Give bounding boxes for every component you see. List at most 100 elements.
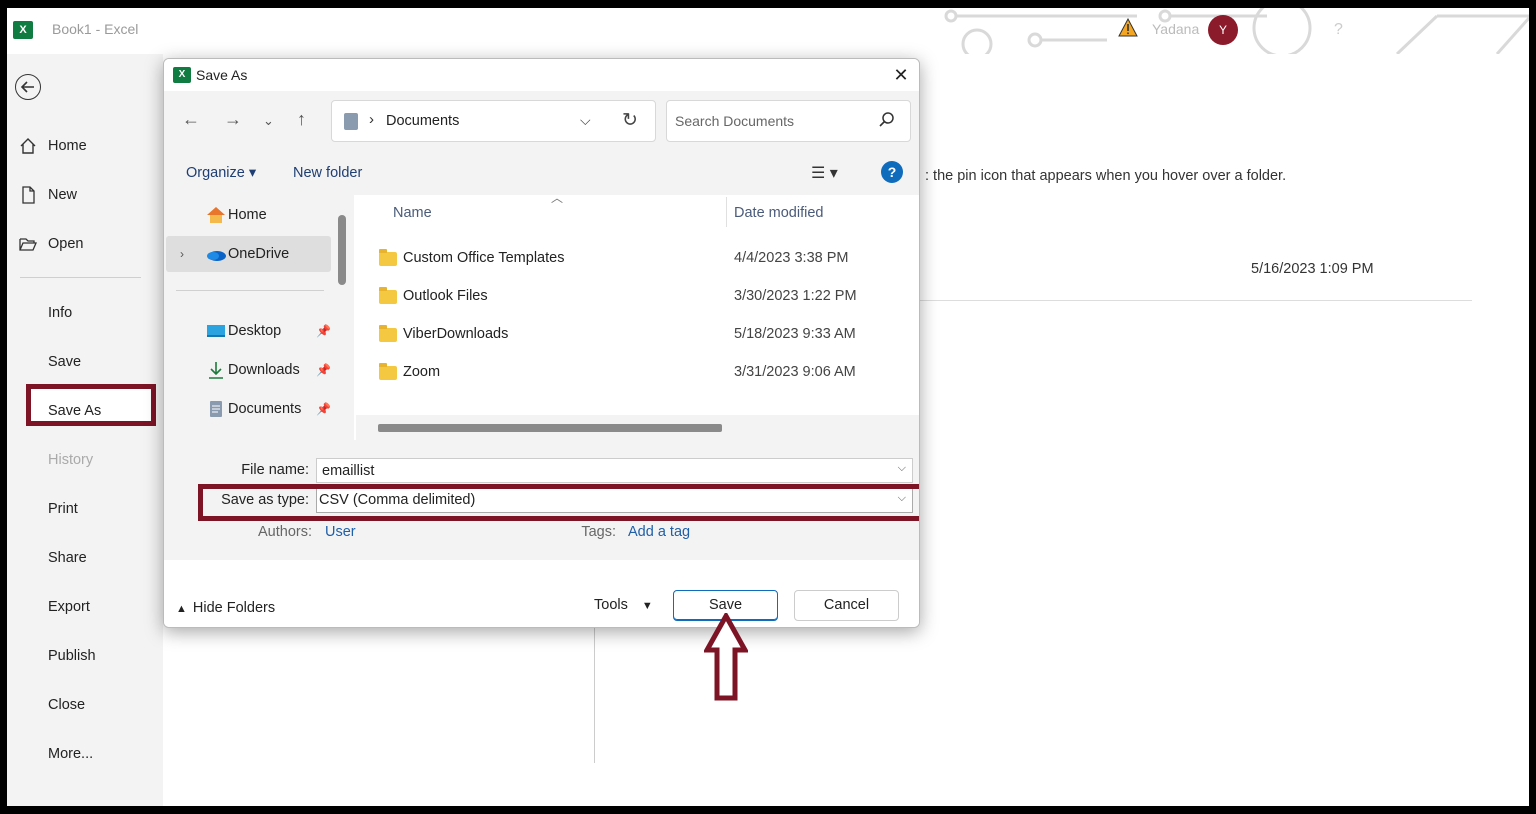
breadcrumb-separator-icon: › [369,111,374,128]
chevron-down-icon[interactable]: ⌵ [580,112,591,129]
pane-divider [594,628,595,763]
close-icon[interactable]: ✕ [891,65,911,85]
backstage-more[interactable]: More... [7,739,163,769]
backstage-history: History [7,445,163,475]
back-icon[interactable]: ← [182,109,200,130]
column-header-name[interactable]: Name [393,205,432,221]
home-icon [20,138,36,154]
back-arrow-icon[interactable] [15,74,41,100]
folder-icon [379,325,397,342]
backstage-export[interactable]: Export [7,592,163,622]
nav-item-documents[interactable]: Documents 📌 [166,391,331,427]
pin-icon[interactable]: 📌 [316,352,331,388]
file-name: Zoom [403,364,441,380]
nav-divider [176,290,324,291]
horizontal-scrollbar[interactable] [356,415,919,440]
sidebar-divider [20,277,141,278]
tools-button[interactable]: Tools ▼ [594,597,653,613]
desktop-icon [207,325,225,337]
tools-label: Tools [594,597,628,613]
nav-item-onedrive-label: OneDrive [228,246,290,262]
pin-icon[interactable]: 📌 [316,391,331,427]
file-name: ViberDownloads [403,326,509,342]
hide-folders-button[interactable]: ▲ Hide Folders [176,600,275,616]
chevron-down-icon[interactable]: ⌵ [898,462,906,475]
help-icon[interactable]: ? [881,161,903,183]
dialog-title-bar: X Save As ✕ [164,59,919,91]
navigation-bar: ← → ⌄ ↑ › Documents ⌵ ↻ [164,91,919,151]
table-row[interactable]: Zoom 3/31/2023 9:06 AM [356,355,919,391]
cancel-button[interactable]: Cancel [794,590,899,621]
backstage-share-label: Share [48,550,87,566]
documents-icon [210,401,222,417]
backstage-open[interactable]: Open [7,229,163,259]
navigation-pane: Home › OneDrive Desktop 📌 Downloads 📌 Do… [164,195,354,440]
help-icon[interactable]: ? [1334,21,1343,39]
backstage-save-label: Save [48,354,82,370]
backstage-publish[interactable]: Publish [7,641,163,671]
backstage-home-label: Home [48,138,87,154]
nav-scrollbar[interactable] [338,215,346,285]
file-name: Custom Office Templates [403,250,565,266]
backstage-history-label: History [48,452,94,468]
organize-button[interactable]: Organize ▾ [186,165,256,181]
scrollbar-thumb[interactable] [378,424,722,432]
pin-hint-text: : the pin icon that appears when you hov… [925,168,1287,184]
backstage-save[interactable]: Save [7,347,163,377]
refresh-icon[interactable]: ↻ [622,109,638,132]
folder-icon [379,287,397,304]
save-as-dialog: X Save As ✕ ← → ⌄ ↑ › Documents ⌵ ↻ Orga… [163,58,920,628]
up-arrow-annotation-icon [704,613,748,701]
tags-value[interactable]: Add a tag [628,524,690,540]
user-name[interactable]: Yadana [1152,21,1199,37]
command-bar: Organize ▾ New folder ☰ ▾ ? [164,151,919,195]
address-bar[interactable]: › Documents ⌵ ↻ [331,100,656,142]
forward-icon[interactable]: → [224,109,242,130]
backstage-print[interactable]: Print [7,494,163,524]
backstage-home[interactable]: Home [7,131,163,161]
column-header-date[interactable]: Date modified [734,205,823,221]
nav-item-onedrive[interactable]: › OneDrive [166,236,331,272]
nav-item-downloads-label: Downloads [228,362,300,378]
new-document-icon [22,186,35,204]
table-row[interactable]: Custom Office Templates 4/4/2023 3:38 PM [356,241,919,277]
table-row[interactable]: Outlook Files 3/30/2023 1:22 PM [356,279,919,315]
expand-chevron-icon[interactable]: › [180,236,184,272]
home-icon [207,207,225,223]
nav-item-desktop[interactable]: Desktop 📌 [166,313,331,349]
nav-item-home[interactable]: Home [166,197,331,233]
search-input[interactable] [675,111,865,131]
file-list: Name ︿ Date modified Custom Office Templ… [356,191,919,440]
warning-icon[interactable] [1118,18,1138,38]
save-as-type-highlight [198,484,919,521]
table-row[interactable]: ViberDownloads 5/18/2023 9:33 AM [356,317,919,353]
excel-window: X Book1 - Excel Yadana Y ? Home New Open… [7,8,1529,806]
chevron-up-icon: ▲ [176,603,187,615]
search-box[interactable] [666,100,911,142]
backstage-new-label: New [48,187,78,203]
open-folder-icon [19,238,37,251]
authors-value[interactable]: User [325,524,356,540]
backstage-info[interactable]: Info [7,298,163,328]
search-icon[interactable] [878,111,896,129]
folder-icon [379,363,397,380]
nav-item-downloads[interactable]: Downloads 📌 [166,352,331,388]
backstage-new[interactable]: New [7,180,163,210]
pin-icon[interactable]: 📌 [316,313,331,349]
new-folder-button[interactable]: New folder [293,165,362,181]
breadcrumb-documents[interactable]: Documents [386,113,459,129]
backstage-export-label: Export [48,599,90,615]
backstage-save-as[interactable]: Save As [7,396,163,426]
avatar[interactable]: Y [1208,15,1238,45]
column-divider[interactable] [726,197,727,227]
file-name-combobox[interactable]: ⌵ [316,458,913,483]
file-name-input[interactable] [322,461,882,481]
backstage-close[interactable]: Close [7,690,163,720]
file-date: 3/30/2023 1:22 PM [734,288,857,304]
recent-locations-chevron-icon[interactable]: ⌄ [263,113,274,129]
up-icon[interactable]: ↑ [297,109,306,130]
view-options-icon[interactable]: ☰ ▾ [811,163,838,183]
backstage-more-label: More... [48,746,94,762]
backstage-share[interactable]: Share [7,543,163,573]
content-divider [917,300,1472,301]
